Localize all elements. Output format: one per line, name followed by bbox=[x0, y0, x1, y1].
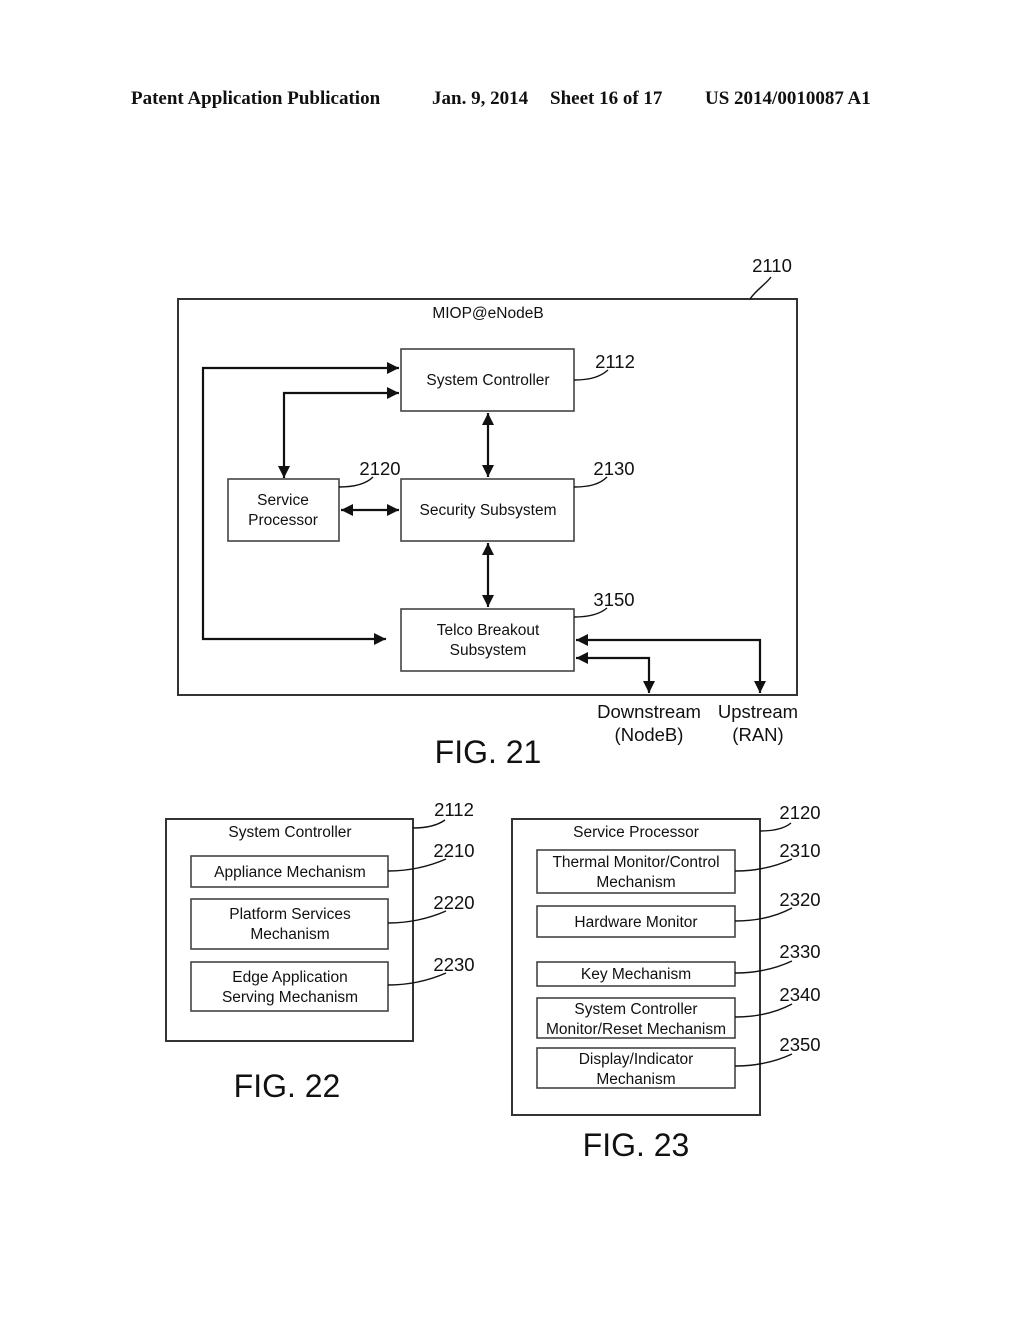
fig21: MIOP@eNodeB 2110 System Controller 2112 … bbox=[177, 255, 798, 770]
edge-application-label-line2: Serving Mechanism bbox=[222, 989, 358, 1006]
upstream-label-line1: Upstream bbox=[718, 701, 798, 722]
platform-services-label-line2: Mechanism bbox=[250, 926, 329, 943]
thermal-monitor-block: Thermal Monitor/Control Mechanism bbox=[536, 849, 736, 894]
display-indicator-label-line2: Mechanism bbox=[596, 1071, 675, 1088]
leader-2110 bbox=[749, 276, 772, 300]
system-controller-block: System Controller bbox=[400, 348, 575, 412]
ref-2112: 2112 bbox=[595, 351, 635, 372]
fig21-caption: FIG. 21 bbox=[435, 734, 542, 770]
appliance-mechanism-block: Appliance Mechanism bbox=[190, 855, 389, 888]
service-processor-label-line1: Service bbox=[257, 492, 309, 509]
security-subsystem-block: Security Subsystem bbox=[400, 478, 575, 542]
platform-services-block: Platform Services Mechanism bbox=[190, 898, 389, 950]
hardware-monitor-block: Hardware Monitor bbox=[536, 905, 736, 938]
ref-2350: 2350 bbox=[779, 1034, 820, 1055]
hardware-monitor-label: Hardware Monitor bbox=[574, 914, 697, 931]
ref-2110: 2110 bbox=[752, 255, 792, 276]
system-controller-monitor-label-line2: Monitor/Reset Mechanism bbox=[546, 1021, 726, 1038]
edge-application-block: Edge Application Serving Mechanism bbox=[190, 961, 389, 1012]
service-processor-label-line2: Processor bbox=[248, 512, 318, 529]
ref-2310: 2310 bbox=[779, 840, 820, 861]
telco-breakout-block: Telco Breakout Subsystem bbox=[400, 608, 575, 672]
fig23-caption: FIG. 23 bbox=[583, 1127, 690, 1163]
ref-2220: 2220 bbox=[433, 892, 474, 913]
ref-2230: 2230 bbox=[433, 954, 474, 975]
fig23: Service Processor 2120 Thermal Monitor/C… bbox=[511, 802, 821, 1163]
key-mechanism-label: Key Mechanism bbox=[581, 966, 691, 983]
security-subsystem-label: Security Subsystem bbox=[420, 502, 557, 519]
arrow-telco-downstream bbox=[576, 651, 656, 693]
display-indicator-block: Display/Indicator Mechanism bbox=[536, 1047, 736, 1089]
ref-2330: 2330 bbox=[779, 941, 820, 962]
key-mechanism-block: Key Mechanism bbox=[536, 961, 736, 987]
ref-2210: 2210 bbox=[433, 840, 474, 861]
service-processor-title: Service Processor bbox=[573, 824, 699, 841]
ref-2120: 2120 bbox=[359, 458, 400, 479]
ref-2130: 2130 bbox=[593, 458, 634, 479]
system-controller-title: System Controller bbox=[228, 824, 351, 841]
service-processor-block: Service Processor bbox=[227, 478, 340, 542]
telco-breakout-label-line1: Telco Breakout bbox=[437, 622, 540, 639]
ref-2320: 2320 bbox=[779, 889, 820, 910]
edge-application-label-line1: Edge Application bbox=[232, 969, 347, 986]
system-controller-monitor-label-line1: System Controller bbox=[574, 1001, 697, 1018]
patent-drawing: MIOP@eNodeB 2110 System Controller 2112 … bbox=[165, 255, 821, 1163]
fig22-ref-2112: 2112 bbox=[434, 799, 474, 820]
ref-3150: 3150 bbox=[593, 589, 634, 610]
leader-fig23-2120 bbox=[759, 822, 792, 832]
downstream-label-line1: Downstream bbox=[597, 701, 701, 722]
leader-2340 bbox=[734, 1003, 793, 1018]
leader-fig22-2112 bbox=[412, 819, 446, 829]
downstream-label-line2: (NodeB) bbox=[615, 724, 684, 745]
arrow-telco-upstream bbox=[576, 633, 767, 693]
leader-2330 bbox=[734, 960, 793, 974]
leader-2350 bbox=[734, 1053, 793, 1067]
appliance-mechanism-label: Appliance Mechanism bbox=[214, 864, 366, 881]
upstream-label-line2: (RAN) bbox=[732, 724, 783, 745]
display-indicator-label-line1: Display/Indicator bbox=[579, 1051, 694, 1068]
ref-2340: 2340 bbox=[779, 984, 820, 1005]
thermal-monitor-label-line1: Thermal Monitor/Control bbox=[552, 854, 719, 871]
miop-enodeb-title: MIOP@eNodeB bbox=[432, 305, 543, 322]
system-controller-label: System Controller bbox=[426, 372, 549, 389]
platform-services-label-line1: Platform Services bbox=[229, 906, 351, 923]
fig23-ref-2120: 2120 bbox=[779, 802, 820, 823]
fig22-caption: FIG. 22 bbox=[234, 1068, 341, 1104]
thermal-monitor-label-line2: Mechanism bbox=[596, 874, 675, 891]
telco-breakout-label-line2: Subsystem bbox=[450, 642, 527, 659]
fig22: System Controller 2112 Appliance Mechani… bbox=[165, 799, 475, 1104]
system-controller-monitor-block: System Controller Monitor/Reset Mechanis… bbox=[536, 997, 736, 1039]
